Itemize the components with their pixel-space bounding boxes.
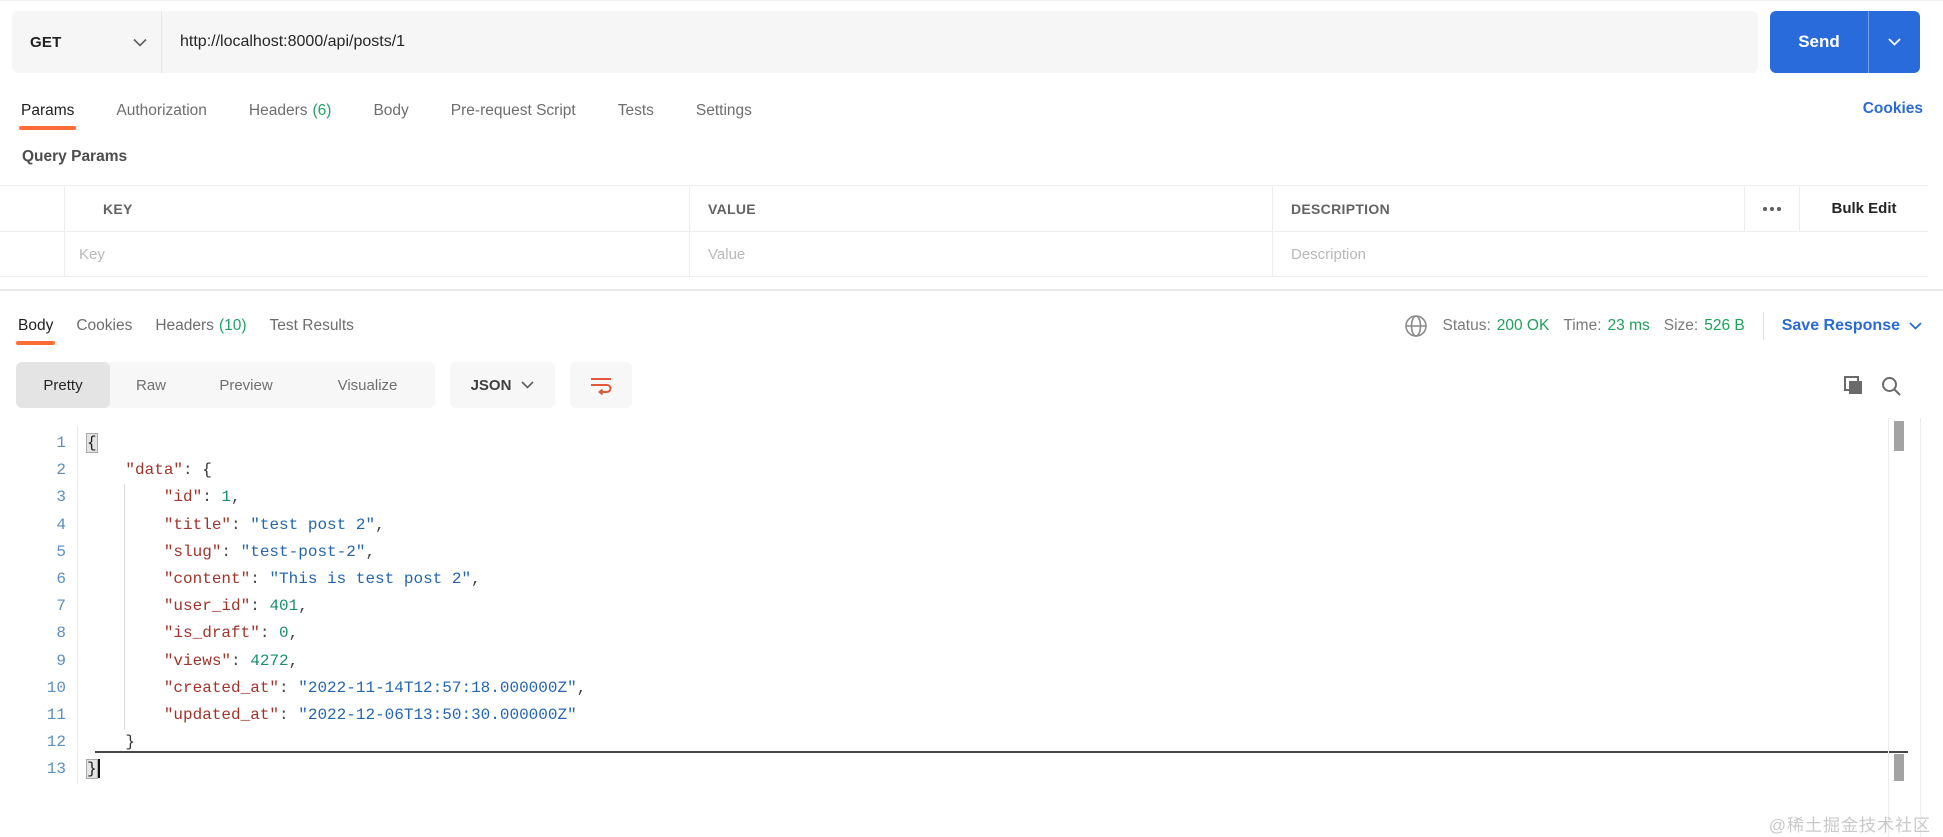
tab-label: Body [373, 102, 409, 119]
view-visualize-button[interactable]: Visualize [300, 362, 435, 408]
request-tabs: Params Authorization Headers (6) Body Pre… [18, 90, 752, 132]
size-badge: Size: 526 B [1663, 317, 1745, 334]
param-value-cell [690, 232, 1273, 276]
chevron-down-icon [1909, 322, 1922, 330]
send-options-button[interactable] [1869, 11, 1920, 73]
tab-count: (6) [312, 102, 332, 119]
method-select[interactable]: GET [12, 11, 162, 73]
search-icon[interactable] [1879, 374, 1903, 398]
method-label: GET [30, 33, 62, 51]
tab-label: Test Results [269, 317, 354, 334]
watermark: @稀土掘金技术社区 [1768, 816, 1931, 835]
tab-params[interactable]: Params [18, 90, 77, 132]
tab-response-headers[interactable]: Headers (10) [155, 305, 246, 347]
tab-label: Params [21, 102, 75, 119]
param-description-input[interactable] [1273, 245, 1928, 263]
view-raw-button[interactable]: Raw [110, 362, 192, 408]
word-wrap-icon [588, 374, 614, 396]
tab-label: Headers [248, 102, 308, 119]
vertical-scrollbar-thumb[interactable] [1894, 754, 1904, 781]
tab-count: (10) [218, 317, 247, 334]
response-tabs: Body Cookies Headers (10) Test Results [15, 305, 354, 347]
send-button[interactable]: Send [1770, 11, 1869, 73]
copy-icon[interactable] [1841, 374, 1865, 398]
tab-authorization[interactable]: Authorization [116, 90, 206, 132]
section-divider [0, 289, 1943, 291]
tab-label: Tests [617, 102, 654, 119]
time-badge: Time: 23 ms [1563, 317, 1650, 334]
chevron-down-icon [521, 381, 534, 389]
param-key-input[interactable] [65, 245, 689, 263]
view-mode-switcher: Pretty Raw Preview Visualize [16, 362, 435, 408]
tab-response-cookies[interactable]: Cookies [76, 305, 132, 347]
param-value-input[interactable] [690, 245, 1272, 263]
param-description-cell [1273, 232, 1928, 276]
tab-tests[interactable]: Tests [618, 90, 654, 132]
tab-label: Pre-request Script [450, 102, 576, 119]
ellipsis-icon [1762, 206, 1782, 212]
tab-pre-request-script[interactable]: Pre-request Script [451, 90, 576, 132]
query-params-title: Query Params [22, 148, 128, 165]
chevron-down-icon [1888, 38, 1901, 46]
table-header-row: KEY VALUE DESCRIPTION Bulk Edit [0, 185, 1928, 231]
globe-icon[interactable] [1403, 313, 1429, 339]
tab-label: Headers [155, 317, 214, 334]
wrap-lines-button[interactable] [570, 362, 632, 408]
tab-body[interactable]: Body [373, 90, 408, 132]
row-handle-cell [0, 186, 65, 231]
tab-test-results[interactable]: Test Results [270, 305, 354, 347]
column-header-key: KEY [65, 186, 690, 231]
view-pretty-button[interactable]: Pretty [16, 362, 110, 408]
response-meta-bar: Status: 200 OK Time: 23 ms Size: 526 B S… [1403, 305, 1922, 347]
vertical-scrollbar-thumb[interactable] [1894, 421, 1904, 451]
tab-label: Settings [695, 102, 752, 119]
scrollbar-track-border [1888, 418, 1889, 837]
more-actions-button[interactable] [1745, 186, 1800, 231]
send-button-group: Send [1770, 11, 1920, 73]
param-key-cell [65, 232, 690, 276]
status-badge: Status: 200 OK [1442, 317, 1550, 334]
api-client-window: GET Send Params Authorization Headers(6)… [0, 0, 1943, 837]
column-header-description: DESCRIPTION [1273, 186, 1745, 231]
language-select[interactable]: JSON [450, 362, 555, 408]
send-label: Send [1798, 32, 1840, 51]
request-url-bar: GET [12, 11, 1758, 73]
tab-response-body[interactable]: Body [15, 305, 56, 347]
scrollbar-track-border [1920, 418, 1921, 837]
tab-label: Body [18, 317, 54, 334]
divider [1762, 312, 1764, 340]
row-handle-cell [0, 232, 65, 276]
bulk-edit-button[interactable]: Bulk Edit [1800, 186, 1928, 231]
url-input[interactable] [162, 11, 1758, 73]
chevron-down-icon [133, 38, 147, 47]
table-row [0, 231, 1928, 277]
query-params-table: KEY VALUE DESCRIPTION Bulk Edit [0, 185, 1928, 277]
language-label: JSON [470, 376, 512, 394]
view-preview-button[interactable]: Preview [192, 362, 300, 408]
horizontal-scrollbar-thumb[interactable] [95, 751, 1908, 753]
response-view-toolbar: Pretty Raw Preview Visualize JSON [16, 362, 632, 408]
code-lines: { "data": { "id": 1, "title": "test post… [87, 434, 587, 779]
tab-settings[interactable]: Settings [696, 90, 752, 132]
column-header-value: VALUE [690, 186, 1273, 231]
gutter-border [77, 426, 78, 784]
tab-label: Authorization [116, 102, 207, 119]
code-tools [1841, 374, 1903, 398]
tab-label: Cookies [76, 317, 133, 334]
save-response-button[interactable]: Save Response [1782, 317, 1922, 335]
code-gutter: 1 2 3 4 5 6 7 8 9 10 11 12 13 [46, 434, 66, 779]
response-body-editor[interactable]: 1 2 3 4 5 6 7 8 9 10 11 12 13 { "data": { "id": 1, "… [0, 418, 1943, 798]
cookies-link[interactable]: Cookies [1863, 100, 1923, 118]
tab-headers[interactable]: Headers (6) [249, 90, 332, 132]
